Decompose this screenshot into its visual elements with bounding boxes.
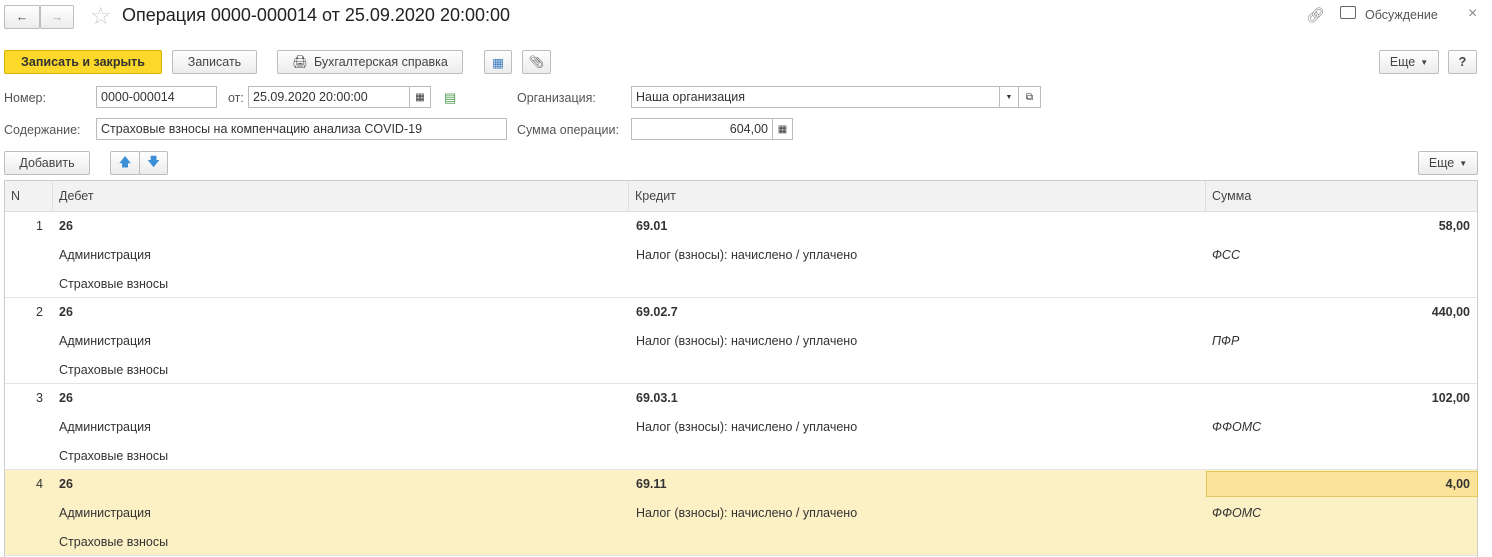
debit-account[interactable]: 26 [59,298,73,326]
calendar-icon[interactable]: ▦ [409,86,431,108]
sum-label: Сумма операции: [517,123,619,137]
row-sum[interactable]: 58,00 [1206,212,1470,240]
link-icon[interactable]: 🔗︎ [1306,6,1325,24]
debit-subconto-1[interactable]: Администрация [59,499,151,527]
calculator-icon[interactable]: ▦ [772,118,793,140]
content-label: Содержание: [4,123,81,137]
column-credit[interactable]: Кредит [629,181,1206,212]
row-sum[interactable]: 102,00 [1206,384,1470,412]
table-row[interactable]: 2 26 Администрация Страховые взносы 69.02.7 Н… [5,298,1477,384]
debit-subconto-1[interactable]: Администрация [59,241,151,269]
debit-subconto-2[interactable]: Страховые взносы [59,356,168,384]
row-sum[interactable]: 440,00 [1206,298,1470,326]
sum-field[interactable]: 604,00 [631,118,773,140]
table-more-button[interactable]: Еще ▼ [1418,151,1478,175]
printer-icon: 🖨︎ [292,54,308,69]
debit-subconto-2[interactable]: Страховые взносы [59,442,168,470]
number-label: Номер: [4,91,46,105]
debit-subconto-2[interactable]: Страховые взносы [59,528,168,556]
move-up-button[interactable]: 🡅 [110,151,140,175]
date-field[interactable]: 25.09.2020 20:00:00 [248,86,410,108]
chevron-down-icon: ▼ [1420,57,1429,67]
column-n[interactable]: N [5,181,53,212]
sum-comment[interactable]: ФСС [1212,241,1240,269]
row-sum[interactable]: 4,00 [1206,470,1470,498]
sum-comment[interactable]: ФФОМС [1212,413,1261,441]
date-label: от: [228,91,244,105]
credit-account[interactable]: 69.03.1 [636,384,678,412]
table-row[interactable]: 4 26 Администрация Страховые взносы 69.11 Нал… [5,470,1478,556]
debit-account[interactable]: 26 [59,212,73,240]
content-field[interactable]: Страховые взносы на компенчацию анализа … [96,118,507,140]
organization-dropdown-icon[interactable]: ▼ [999,86,1019,108]
credit-account[interactable]: 69.01 [636,212,667,240]
credit-account[interactable]: 69.11 [636,470,667,498]
column-debit[interactable]: Дебет [53,181,629,212]
credit-subconto-1[interactable]: Налог (взносы): начислено / уплачено [636,413,857,441]
row-number[interactable]: 2 [5,298,43,326]
debit-account[interactable]: 26 [59,470,73,498]
organization-label: Организация: [517,91,596,105]
save-button[interactable]: Записать [172,50,257,74]
page-title: Операция 0000-000014 от 25.09.2020 20:00… [122,5,511,25]
close-icon[interactable]: × [1468,5,1477,23]
move-down-button[interactable]: 🡇 [139,151,168,175]
discussion-icon[interactable] [1340,6,1356,19]
sum-comment[interactable]: ПФР [1212,327,1239,355]
table-row[interactable]: 1 26 Администрация Страховые взносы 69.01 Нал… [5,212,1477,298]
attachment-icon[interactable]: 📎︎ [522,50,551,74]
table-row[interactable]: 3 26 Администрация Страховые взносы 69.03.1 Н… [5,384,1477,470]
credit-subconto-1[interactable]: Налог (взносы): начислено / уплачено [636,499,857,527]
organization-field[interactable]: Наша организация [631,86,1000,108]
debit-account[interactable]: 26 [59,384,73,412]
number-field[interactable]: 0000-000014 [96,86,217,108]
credit-account[interactable]: 69.02.7 [636,298,678,326]
column-sum[interactable]: Сумма [1206,181,1478,212]
row-number[interactable]: 3 [5,384,43,412]
add-row-button[interactable]: Добавить [4,151,90,175]
table-header: N Дебет Кредит Сумма [5,181,1477,212]
discussion-button[interactable]: Обсуждение [1365,8,1438,22]
row-number[interactable]: 4 [5,470,43,498]
sum-comment[interactable]: ФФОМС [1212,499,1261,527]
posting-status-icon[interactable]: ▤ [444,90,456,106]
back-button[interactable]: ← [4,5,40,29]
open-organization-icon[interactable]: ⧉ [1018,86,1041,108]
debit-subconto-1[interactable]: Администрация [59,327,151,355]
credit-subconto-1[interactable]: Налог (взносы): начислено / уплачено [636,327,857,355]
forward-button[interactable]: → [40,5,74,29]
structure-icon[interactable]: ▦ [484,50,512,74]
favorite-star-icon[interactable]: ☆ [90,2,112,31]
more-button[interactable]: Еще ▼ [1379,50,1439,74]
chevron-down-icon: ▼ [1459,158,1468,168]
debit-subconto-1[interactable]: Администрация [59,413,151,441]
row-number[interactable]: 1 [5,212,43,240]
entries-table[interactable]: N Дебет Кредит Сумма 1 26 Администрация Стр… [4,180,1478,557]
accounting-report-button[interactable]: 🖨︎ Бухгалтерская справка [277,50,463,74]
debit-subconto-2[interactable]: Страховые взносы [59,270,168,298]
credit-subconto-1[interactable]: Налог (взносы): начислено / уплачено [636,241,857,269]
save-and-close-button[interactable]: Записать и закрыть [4,50,162,74]
help-button[interactable]: ? [1448,50,1477,74]
